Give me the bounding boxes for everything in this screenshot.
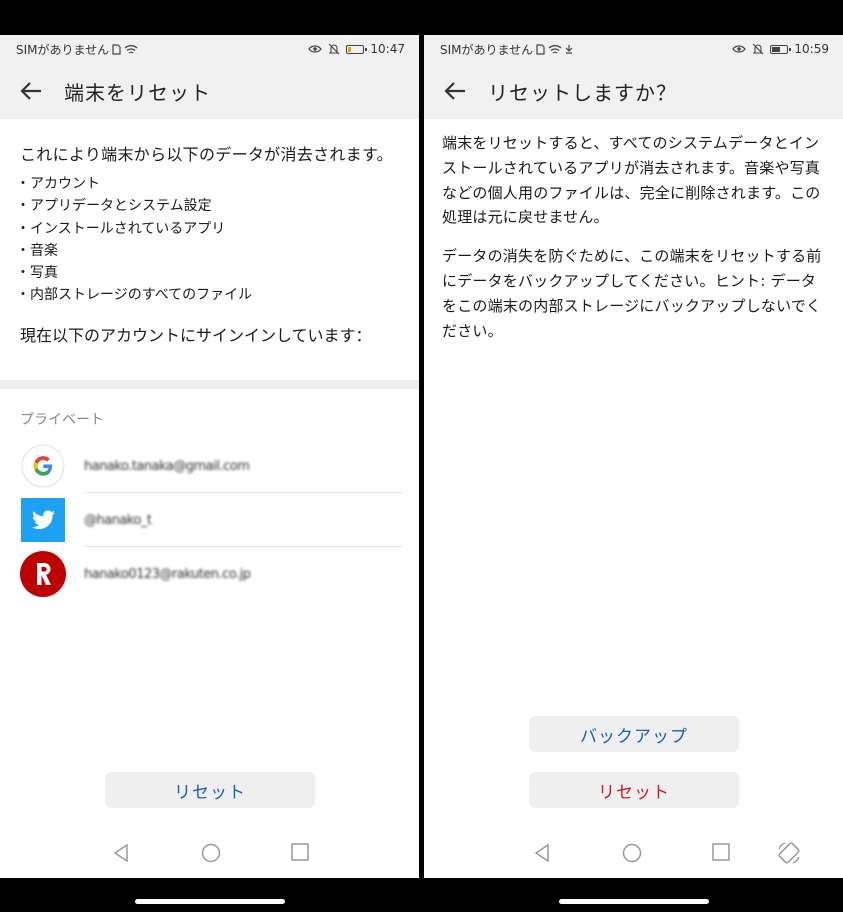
eye-comfort-icon (732, 45, 747, 53)
carrier-text: SIMがありません (16, 42, 110, 57)
right-phone: SIMがありません 10:59 リセットしますか？ 端末をリセットすると、すべて… (424, 0, 843, 912)
list-item: 写真 (16, 262, 419, 284)
nav-recents-icon[interactable] (712, 843, 730, 861)
sim-icon (112, 43, 121, 55)
signed-in-text: 現在以下のアカウントにサインインしています： (20, 325, 372, 345)
account-email: hanako0123@rakuten.co.jp (84, 566, 251, 582)
back-arrow-icon[interactable] (18, 78, 44, 104)
download-icon (565, 45, 573, 54)
wifi-icon (548, 44, 562, 54)
erase-intro-text: これにより端末から以下のデータが消去されます。 (20, 145, 393, 164)
home-indicator[interactable] (559, 899, 709, 904)
battery-icon (346, 44, 368, 54)
page-title: 端末をリセット (64, 80, 211, 105)
twitter-icon (20, 497, 66, 543)
mute-icon (329, 43, 340, 55)
account-email: hanako.tanaka@gmail.com (84, 458, 250, 474)
battery-charging-icon (770, 44, 792, 54)
app-bar: 端末をリセット (0, 63, 419, 119)
reset-button[interactable]: リセット (105, 772, 315, 808)
account-row-twitter[interactable]: @hanako_t (0, 493, 419, 547)
nav-back-icon[interactable] (533, 843, 551, 863)
reset-description: これにより端末から以下のデータが消去されます。 アカウント アプリデータとシステ… (0, 119, 419, 348)
google-icon (20, 443, 66, 489)
wifi-icon (124, 44, 138, 54)
list-item: 内部ストレージのすべてのファイル (16, 284, 419, 306)
nav-back-icon[interactable] (112, 843, 130, 863)
erased-data-list: アカウント アプリデータとシステム設定 インストールされているアプリ 音楽 写真… (16, 173, 419, 307)
nav-bar (424, 835, 843, 871)
status-bar: SIMがありません 10:47 (0, 35, 419, 63)
home-indicator[interactable] (135, 899, 285, 904)
nav-recents-icon[interactable] (291, 843, 309, 861)
rotate-screen-icon[interactable] (776, 840, 802, 866)
nav-bar (0, 835, 419, 871)
confirm-description: 端末をリセットすると、すべてのシステムデータとインストールされているアプリが消去… (424, 131, 843, 343)
app-bar: リセットしますか？ (424, 63, 843, 119)
eye-comfort-icon (308, 45, 323, 53)
clock: 10:47 (370, 42, 405, 56)
mute-icon (753, 43, 764, 55)
clock: 10:59 (794, 42, 829, 56)
backup-hint-paragraph: データの消失を防ぐために、この端末をリセットする前にデータをバックアップしてくだ… (442, 247, 822, 340)
reset-confirm-screen: SIMがありません 10:59 リセットしますか？ 端末をリセットすると、すべて… (424, 35, 843, 878)
backup-button[interactable]: バックアップ (529, 716, 739, 752)
reset-button[interactable]: リセット (529, 772, 739, 808)
account-row-rakuten[interactable]: hanako0123@rakuten.co.jp (0, 547, 419, 601)
back-arrow-icon[interactable] (442, 78, 468, 104)
list-item: 音楽 (16, 240, 419, 262)
left-phone: SIMがありません 10:47 端末をリセット これにより端末から以下のデータが… (0, 0, 419, 912)
list-item: アカウント (16, 173, 419, 195)
page-title: リセットしますか？ (488, 80, 677, 105)
section-label: プライベート (20, 412, 104, 428)
account-row-google[interactable]: hanako.tanaka@gmail.com (0, 439, 419, 493)
warning-paragraph: 端末をリセットすると、すべてのシステムデータとインストールされているアプリが消去… (442, 134, 821, 227)
list-item: アプリデータとシステム設定 (16, 195, 419, 217)
rakuten-icon (20, 551, 66, 597)
list-item: インストールされているアプリ (16, 218, 419, 240)
nav-home-icon[interactable] (201, 843, 221, 863)
section-divider (0, 380, 419, 389)
account-handle: @hanako_t (84, 512, 152, 528)
sim-icon (536, 43, 545, 55)
reset-device-screen: SIMがありません 10:47 端末をリセット これにより端末から以下のデータが… (0, 35, 419, 878)
status-bar: SIMがありません 10:59 (424, 35, 843, 63)
nav-home-icon[interactable] (622, 843, 642, 863)
carrier-text: SIMがありません (440, 42, 534, 57)
